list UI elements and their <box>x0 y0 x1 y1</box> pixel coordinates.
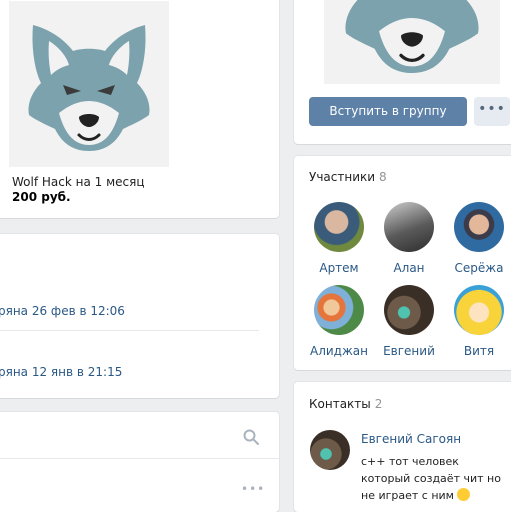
contact-name[interactable]: Евгений Сагоян <box>361 432 461 446</box>
smiley-emoji-icon <box>457 488 471 501</box>
member-vitya[interactable]: Витя <box>444 285 511 358</box>
avatar <box>314 285 364 335</box>
avatar <box>384 202 434 252</box>
group-avatar-wolf-icon <box>324 0 500 84</box>
search-card: ••• <box>0 412 279 512</box>
member-name: Серёжа <box>454 261 504 275</box>
contact-description: с++ тот человек который создаёт чит но н… <box>361 453 511 504</box>
news-date-2[interactable]: ряна 12 янв в 21:15 <box>0 365 122 379</box>
product-card[interactable]: Wolf Hack на 1 месяц 200 руб. <box>0 0 279 218</box>
members-title: Участники <box>309 170 376 184</box>
member-name: Алан <box>393 261 425 275</box>
member-name: Артем <box>319 261 359 275</box>
member-seryozha[interactable]: Серёжа <box>444 202 511 275</box>
more-dots-icon[interactable]: ••• <box>241 482 265 496</box>
avatar <box>454 285 504 335</box>
members-header[interactable]: Участники 8 <box>309 170 387 184</box>
member-name: Алиджан <box>310 344 368 358</box>
member-alidzhan[interactable]: Алиджан <box>304 285 374 358</box>
contacts-header[interactable]: Контакты 2 <box>309 397 382 411</box>
product-title[interactable]: Wolf Hack на 1 месяц <box>12 175 145 189</box>
product-price: 200 руб. <box>12 190 71 204</box>
search-icon[interactable] <box>243 429 259 445</box>
avatar <box>384 285 434 335</box>
news-card: ряна 26 фев в 12:06 ряна 12 янв в 21:15 <box>0 234 279 398</box>
avatar <box>454 202 504 252</box>
member-name: Витя <box>463 344 495 358</box>
avatar <box>314 202 364 252</box>
member-artem[interactable]: Артем <box>304 202 374 275</box>
contacts-count: 2 <box>374 397 383 411</box>
contact-avatar[interactable] <box>310 430 350 470</box>
news-divider <box>0 330 259 331</box>
member-alan[interactable]: Алан <box>374 202 444 275</box>
search-divider <box>0 458 279 459</box>
contact-description-text: с++ тот человек который создаёт чит но н… <box>361 455 501 502</box>
member-name: Евгений <box>383 344 435 358</box>
group-more-button[interactable]: ••• <box>474 97 510 126</box>
news-date-1[interactable]: ряна 26 фев в 12:06 <box>0 304 125 318</box>
member-evgeniy[interactable]: Евгений <box>374 285 444 358</box>
wolf-logo-icon[interactable] <box>9 1 169 167</box>
join-group-button[interactable]: Вступить в группу <box>309 97 467 126</box>
members-count: 8 <box>379 170 387 184</box>
contacts-title: Контакты <box>309 397 371 411</box>
